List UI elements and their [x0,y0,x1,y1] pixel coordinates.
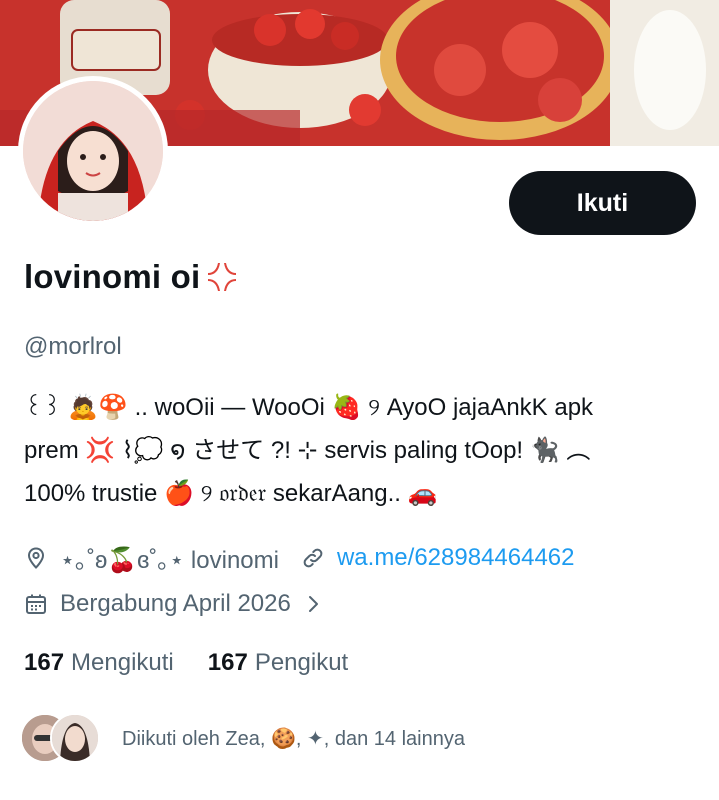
bio-line: 100% trustie 🍎 ୨ 𝔬𝔯𝔡𝔢𝔯 sekarAang.. 🚗 [24,480,438,507]
anger-icon [208,263,237,291]
followed-by-row[interactable]: Diikuti oleh Zea, 🍪, ✦, dan 14 lainnya [20,713,465,763]
chevron-right-icon[interactable] [301,592,325,616]
avatar-border[interactable] [18,76,168,226]
profile-bio: ꒰꒱ 🙇🍄 .. woOii — WooOi 🍓 ୨ AyoO jajaAnkK… [24,386,704,515]
following-count: 167 [24,649,65,676]
website-link[interactable]: wa.me/628984464462 [337,544,575,572]
follower-avatar [50,713,100,763]
profile-meta: ⋆｡˚ʚ🍒ɞ˚｡⋆ lovinomi wa.me/628984464462 [24,540,575,575]
followers-label: Pengikut [254,649,349,676]
following-label: Mengikuti [71,649,174,676]
bio-line: ꒰꒱ 🙇🍄 .. woOii — WooOi 🍓 ୨ AyoO jajaAnkK… [24,394,594,421]
calendar-icon [26,594,46,614]
avatar-image [23,81,163,221]
followers-stat[interactable]: 167 Pengikut [208,649,348,677]
followers-count: 167 [207,649,248,676]
location-icon [27,546,45,569]
join-date: Bergabung April 2026 [60,590,291,617]
follow-stats: 167 Mengikuti 167 Pengikut [24,649,382,677]
link-icon [303,548,323,567]
join-date-row[interactable]: Bergabung April 2026 [24,590,325,618]
follow-button[interactable]: Ikuti [509,171,696,235]
display-name: lovinomi oi [24,258,201,295]
avatar[interactable] [23,81,163,221]
bio-line: prem 💢 ⌇💭 ໑ させて ?! ⊹ servis paling tOop!… [24,437,591,464]
user-handle: @morlrol [24,333,122,360]
following-stat[interactable]: 167 Mengikuti [24,649,174,677]
name-row: lovinomi oi [24,258,240,296]
follower-avatars [20,713,106,763]
followed-by-text: Diikuti oleh Zea, 🍪, ✦, dan 14 lainnya [122,727,465,750]
location-text: ⋆｡˚ʚ🍒ɞ˚｡⋆ lovinomi [60,547,279,574]
